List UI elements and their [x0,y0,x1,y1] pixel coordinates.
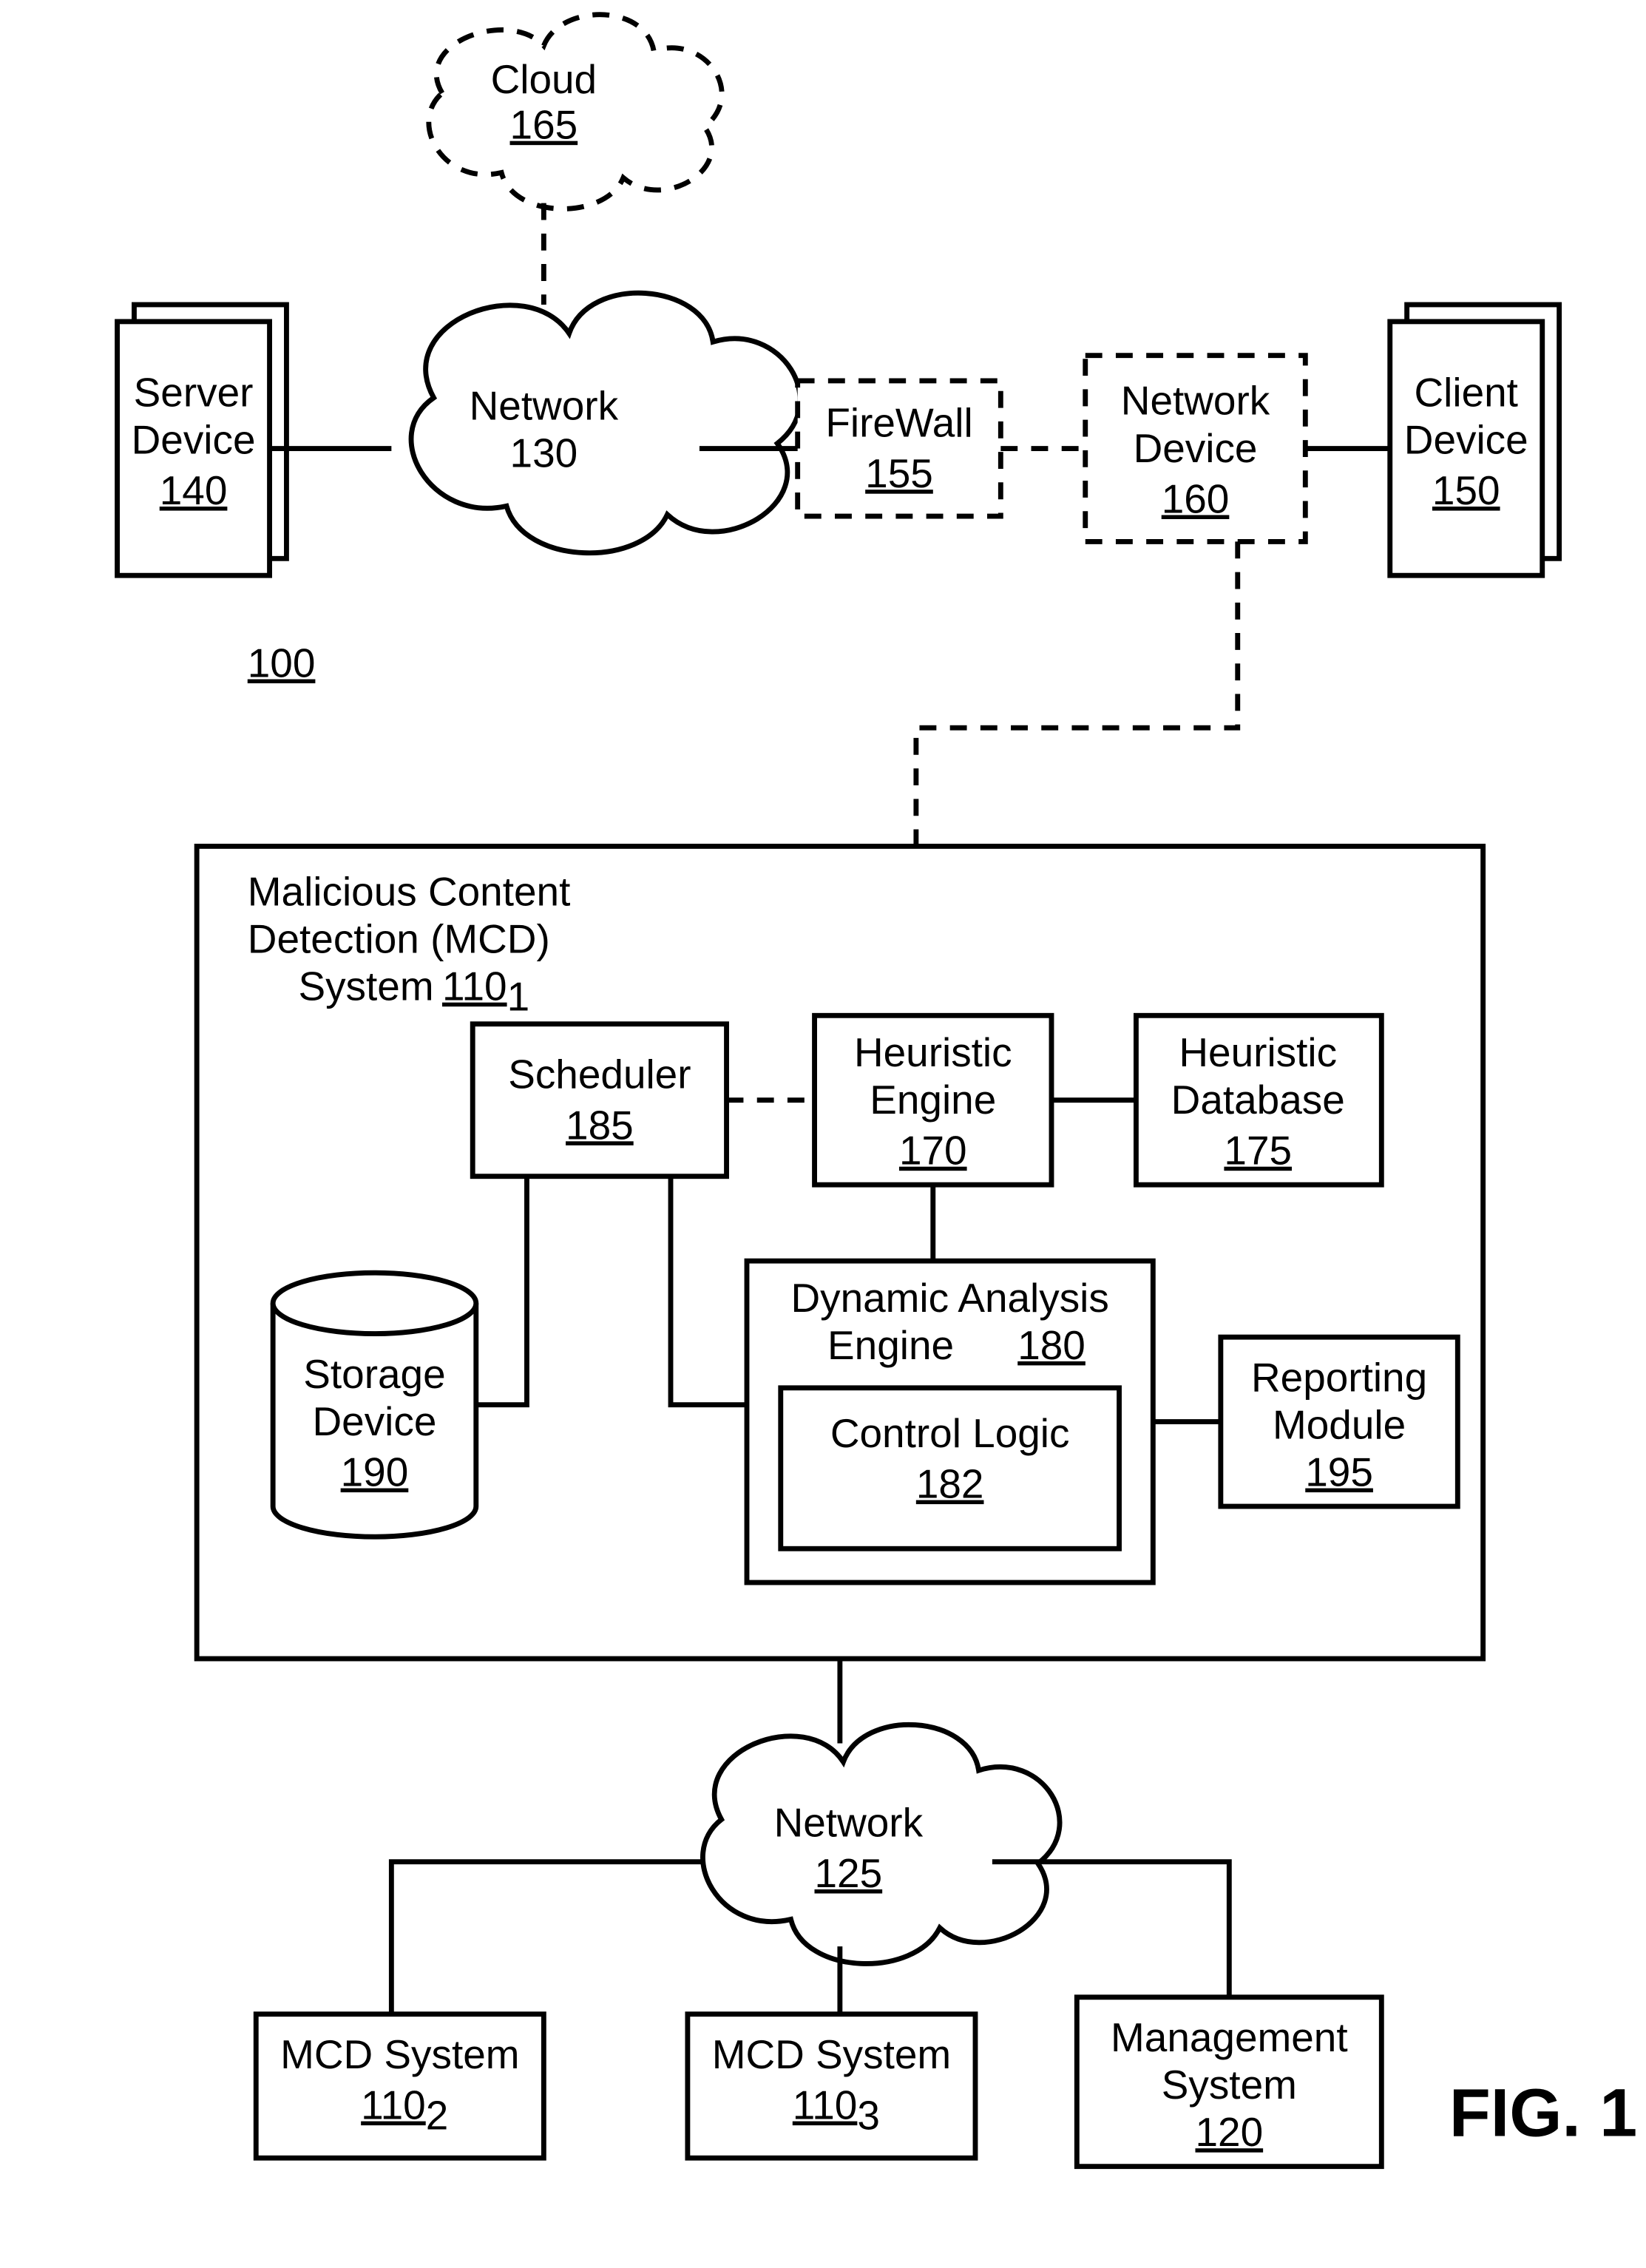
dae-label2: Engine [827,1322,954,1368]
hdb-label1: Heuristic [1179,1029,1337,1075]
netdev-ref: 160 [1162,476,1230,522]
netdev-label1: Network [1121,378,1270,424]
mgmt-ref: 120 [1195,2109,1263,2155]
hdb-label2: Database [1171,1077,1345,1123]
mgmt-label2: System [1162,2062,1297,2108]
client-label1: Client [1415,369,1518,415]
hengine-label1: Heuristic [854,1029,1012,1075]
server-ref: 140 [160,467,228,513]
storage-label1: Storage [303,1351,445,1397]
server-label2: Device [132,416,256,462]
figure-diagram: Cloud 165 Server Device 140 Network 130 … [0,0,1646,2268]
dae-ref: 180 [1017,1322,1086,1368]
figure-label: FIG. 1 [1449,2075,1637,2150]
ctrl-label: Control Logic [830,1410,1070,1456]
mcd3-label: MCD System [712,2031,951,2077]
cloud-label: Cloud [491,56,597,102]
ctrl-ref: 182 [916,1461,984,1507]
mcd2-label: MCD System [280,2031,519,2077]
firewall-label: FireWall [825,400,972,446]
mcd-label2: Detection (MCD) [248,916,550,962]
network125-ref: 125 [815,1850,883,1896]
hengine-ref: 170 [899,1128,967,1174]
scheduler-label: Scheduler [508,1052,691,1097]
hdb-ref: 175 [1224,1128,1292,1174]
connector [916,541,1238,846]
system-ref: 100 [248,640,316,686]
hengine-label2: Engine [870,1077,996,1123]
report-ref: 195 [1305,1449,1373,1495]
mgmt-label1: Management [1111,2014,1348,2060]
mcd-label1: Malicious Content [248,869,571,915]
mcd-label3: System [298,964,433,1009]
network125-label: Network [774,1799,924,1845]
scheduler-box [473,1024,726,1177]
report-label2: Module [1273,1401,1406,1447]
client-label2: Device [1404,416,1528,462]
server-label1: Server [134,369,254,415]
connector [391,1862,704,2014]
dae-label1: Dynamic Analysis [790,1275,1108,1321]
storage-ref: 190 [341,1449,409,1495]
network-ref: 130 [510,430,578,476]
firewall-ref: 155 [865,450,933,496]
cloud-ref: 165 [510,102,578,148]
report-label1: Reporting [1251,1354,1427,1400]
network-label: Network [470,383,619,429]
scheduler-ref: 185 [566,1102,634,1148]
storage-label2: Device [313,1398,437,1444]
netdev-label2: Device [1134,425,1258,471]
client-ref: 150 [1432,467,1500,513]
